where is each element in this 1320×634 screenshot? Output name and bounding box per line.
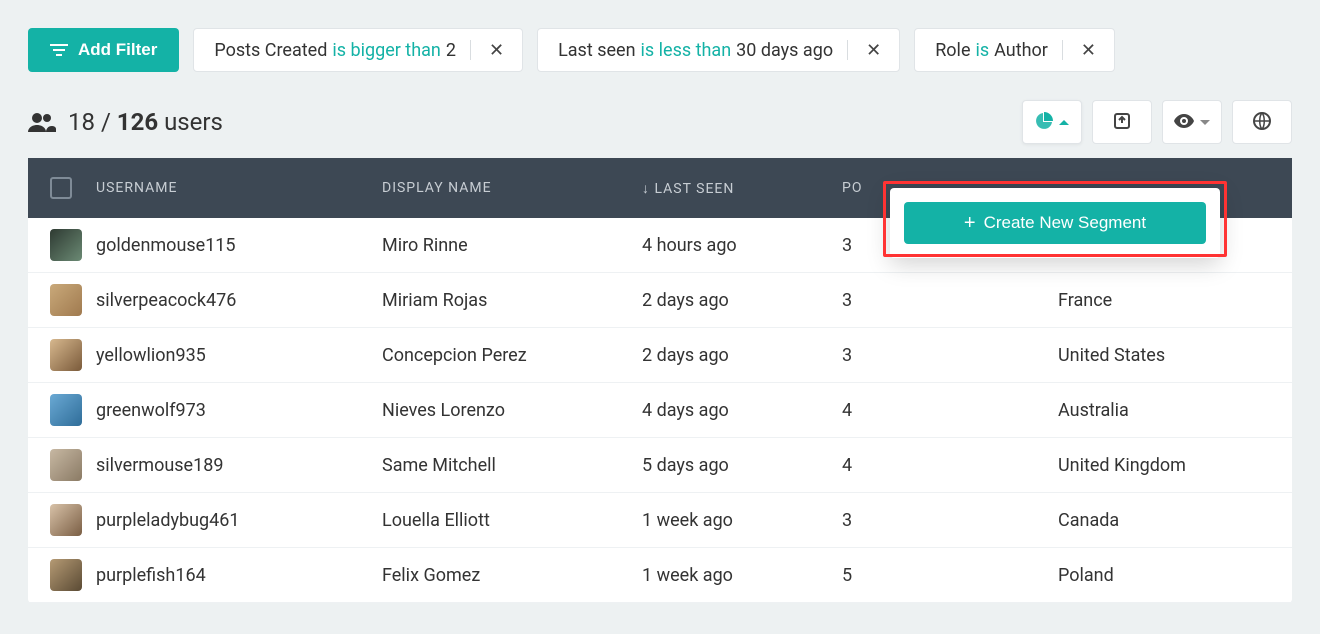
avatar [50, 449, 82, 481]
avatar [50, 559, 82, 591]
cell-display-name: Nieves Lorenzo [382, 400, 642, 421]
filter-chip[interactable]: Posts Createdis bigger than 2 ✕ [193, 28, 523, 72]
filter-operator: is bigger than [332, 40, 440, 61]
cell-country: France [1058, 290, 1270, 311]
cell-posts: 4 [842, 400, 1058, 421]
pie-chart-icon [1035, 112, 1053, 133]
close-icon[interactable]: ✕ [862, 40, 885, 61]
globe-icon [1253, 112, 1271, 133]
cell-country: United Kingdom [1058, 455, 1270, 476]
filter-field: Posts Created [214, 40, 327, 61]
cell-last-seen: 2 days ago [642, 290, 842, 311]
cell-last-seen: 4 hours ago [642, 235, 842, 256]
filter-field: Last seen [558, 40, 635, 61]
caret-up-icon [1059, 120, 1069, 125]
filter-chip[interactable]: Last seen is less than30 days ago ✕ [537, 28, 900, 72]
cell-country: Poland [1058, 565, 1270, 586]
col-last-seen[interactable]: ↓ LAST SEEN [642, 180, 842, 197]
create-segment-label: Create New Segment [984, 213, 1147, 233]
eye-icon [1174, 114, 1194, 131]
cell-last-seen: 4 days ago [642, 400, 842, 421]
results-summary: 18 / 126 users [28, 108, 223, 136]
cell-display-name: Felix Gomez [382, 565, 642, 586]
close-icon[interactable]: ✕ [485, 40, 508, 61]
cell-posts: 5 [842, 565, 1058, 586]
cell-last-seen: 1 week ago [642, 565, 842, 586]
cell-posts: 3 [842, 345, 1058, 366]
create-segment-button[interactable]: + Create New Segment [904, 202, 1206, 244]
avatar [50, 284, 82, 316]
col-username[interactable]: USERNAME [96, 180, 382, 196]
filter-field: Role [935, 40, 970, 61]
view-toolbar [1022, 100, 1292, 144]
shown-count: 18 [68, 108, 95, 136]
globe-button[interactable] [1232, 100, 1292, 144]
cell-username: goldenmouse115 [96, 235, 382, 256]
avatar [50, 229, 82, 261]
cell-posts: 3 [842, 290, 1058, 311]
cell-country: Australia [1058, 400, 1270, 421]
add-filter-label: Add Filter [78, 40, 157, 60]
filter-value: 2 [446, 40, 456, 61]
cell-display-name: Concepcion Perez [382, 345, 642, 366]
filter-operator: is [975, 40, 989, 61]
close-icon[interactable]: ✕ [1077, 40, 1100, 61]
cell-username: yellowlion935 [96, 345, 382, 366]
export-icon [1113, 112, 1131, 133]
table-row[interactable]: purpleladybug461Louella Elliott1 week ag… [28, 493, 1292, 548]
table-row[interactable]: purplefish164Felix Gomez1 week ago5Polan… [28, 548, 1292, 603]
cell-country: United States [1058, 345, 1270, 366]
cell-last-seen: 5 days ago [642, 455, 842, 476]
cell-country: Canada [1058, 510, 1270, 531]
cell-posts: 3 [842, 510, 1058, 531]
export-button[interactable] [1092, 100, 1152, 144]
people-icon [28, 112, 56, 132]
chart-view-button[interactable] [1022, 100, 1082, 144]
table-row[interactable]: silverpeacock476Miriam Rojas2 days ago3F… [28, 273, 1292, 328]
cell-display-name: Louella Elliott [382, 510, 642, 531]
filter-bar: Add Filter Posts Createdis bigger than 2 ✕… [28, 28, 1292, 72]
columns-button[interactable] [1162, 100, 1222, 144]
filter-value: Author [994, 40, 1048, 61]
avatar [50, 394, 82, 426]
col-display-name[interactable]: DISPLAY NAME [382, 180, 642, 196]
table-row[interactable]: greenwolf973Nieves Lorenzo4 days ago4Aus… [28, 383, 1292, 438]
cell-username: silvermouse189 [96, 455, 382, 476]
cell-username: purplefish164 [96, 565, 382, 586]
cell-display-name: Miro Rinne [382, 235, 642, 256]
avatar [50, 504, 82, 536]
add-filter-button[interactable]: Add Filter [28, 28, 179, 72]
plus-icon: + [964, 213, 976, 233]
table-row[interactable]: yellowlion935Concepcion Perez2 days ago3… [28, 328, 1292, 383]
avatar [50, 339, 82, 371]
segment-popover: + Create New Segment [890, 188, 1220, 258]
filter-operator: is less than [641, 40, 732, 61]
filter-icon [50, 42, 68, 58]
cell-username: purpleladybug461 [96, 510, 382, 531]
cell-display-name: Same Mitchell [382, 455, 642, 476]
cell-last-seen: 2 days ago [642, 345, 842, 366]
filter-chip[interactable]: RoleisAuthor ✕ [914, 28, 1115, 72]
caret-down-icon [1200, 120, 1210, 125]
cell-username: silverpeacock476 [96, 290, 382, 311]
cell-display-name: Miriam Rojas [382, 290, 642, 311]
summary-unit: users [164, 108, 223, 136]
total-count: 126 [117, 108, 158, 136]
cell-last-seen: 1 week ago [642, 510, 842, 531]
filter-value: 30 days ago [736, 40, 833, 61]
cell-username: greenwolf973 [96, 400, 382, 421]
cell-posts: 4 [842, 455, 1058, 476]
select-all-checkbox[interactable] [50, 177, 72, 199]
table-row[interactable]: silvermouse189Same Mitchell5 days ago4Un… [28, 438, 1292, 493]
